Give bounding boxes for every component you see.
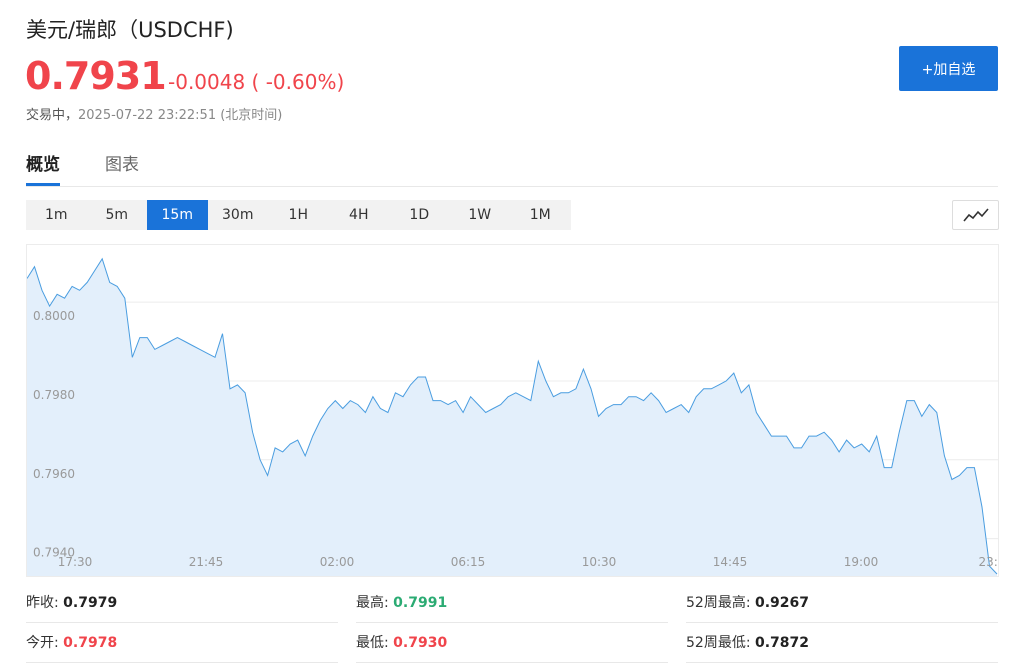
stat-low: 最低: 0.7930 <box>356 624 668 663</box>
x-tick-label: 06:15 <box>451 555 486 569</box>
add-watchlist-button[interactable]: +加自选 <box>899 46 998 91</box>
price-chart[interactable]: 0.8000 0.7980 0.7960 0.7940 17:30 21:45 02:00 0… <box>26 244 999 577</box>
price-chart-svg: 0.80000.79800.79600.794017:30 21:45 02:00 0… <box>27 257 998 576</box>
stat-label: 52周最低: <box>686 635 751 651</box>
stat-value: 0.7979 <box>63 595 118 611</box>
stat-open: 今开: 0.7978 <box>26 624 338 663</box>
period-4h[interactable]: 4H <box>329 200 390 230</box>
trading-status: 交易中，2025-07-22 23:22:51 (北京时间) <box>26 104 282 123</box>
tab-bar: 概览 图表 <box>26 150 998 187</box>
period-1m[interactable]: 1m <box>26 200 87 230</box>
stat-52w-high: 52周最高: 0.9267 <box>686 584 998 623</box>
period-1d[interactable]: 1D <box>389 200 450 230</box>
x-tick-label: 02:00 <box>320 555 355 569</box>
x-tick-label: 21:45 <box>189 555 224 569</box>
y-tick-label: 0.7960 <box>33 467 75 481</box>
stat-value: 0.9267 <box>754 595 810 611</box>
stat-label: 昨收: <box>26 595 59 611</box>
period-1h[interactable]: 1H <box>268 200 329 230</box>
x-tick-label: 10:30 <box>582 555 617 569</box>
stat-value: 0.7978 <box>63 635 118 651</box>
period-15m[interactable]: 15m <box>147 200 208 230</box>
period-30m[interactable]: 30m <box>208 200 269 230</box>
stat-value: 0.7991 <box>393 595 448 611</box>
period-5m[interactable]: 5m <box>87 200 148 230</box>
stat-prev-close: 昨收: 0.7979 <box>26 584 338 623</box>
period-1w[interactable]: 1W <box>450 200 511 230</box>
stat-52w-low: 52周最低: 0.7872 <box>686 624 998 663</box>
pair-title: 美元/瑞郎（USDCHF) <box>26 18 234 42</box>
status-label: 交易中， <box>26 108 79 123</box>
stat-label: 最高: <box>356 595 389 611</box>
y-tick-label: 0.7980 <box>33 388 75 402</box>
line-chart-icon <box>962 208 989 222</box>
stat-label: 今开: <box>26 635 59 651</box>
period-1mo[interactable]: 1M <box>510 200 571 230</box>
price-area <box>27 258 997 576</box>
stat-value: 0.7930 <box>393 635 448 651</box>
x-tick-label: 19:00 <box>844 555 879 569</box>
stat-high: 最高: 0.7991 <box>356 584 668 623</box>
y-tick-label: 0.8000 <box>33 309 75 323</box>
quote-timestamp: 2025-07-22 23:22:51 (北京时间) <box>78 108 283 123</box>
stat-label: 52周最高: <box>686 595 751 611</box>
x-tick-label: 17:30 <box>58 555 93 569</box>
tab-chart[interactable]: 图表 <box>105 150 139 185</box>
period-selector: 1m 5m 15m 30m 1H 4H 1D 1W 1M <box>26 200 571 230</box>
tab-overview[interactable]: 概览 <box>26 150 60 186</box>
stat-label: 最低: <box>356 635 389 651</box>
current-price: 0.7931 <box>25 54 167 98</box>
price-change: -0.0048 ( -0.60%) <box>168 70 345 94</box>
chart-type-button[interactable] <box>952 200 999 230</box>
x-tick-label: 14:45 <box>713 555 748 569</box>
x-tick-label: 23:1 <box>979 555 998 569</box>
stat-value: 0.7872 <box>754 635 810 651</box>
